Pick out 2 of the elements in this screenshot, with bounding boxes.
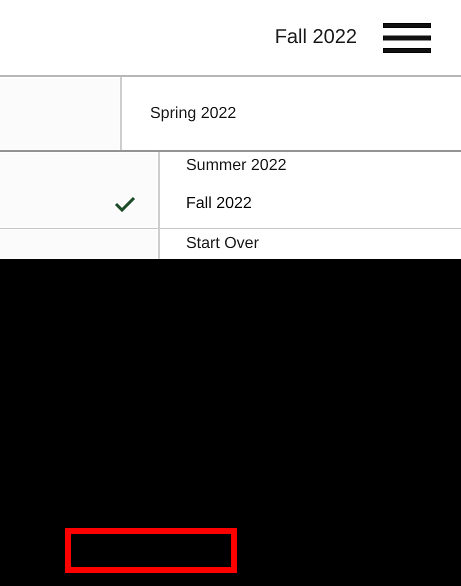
menu-icon[interactable] (383, 22, 431, 52)
current-term: Fall 2022 (274, 26, 357, 49)
